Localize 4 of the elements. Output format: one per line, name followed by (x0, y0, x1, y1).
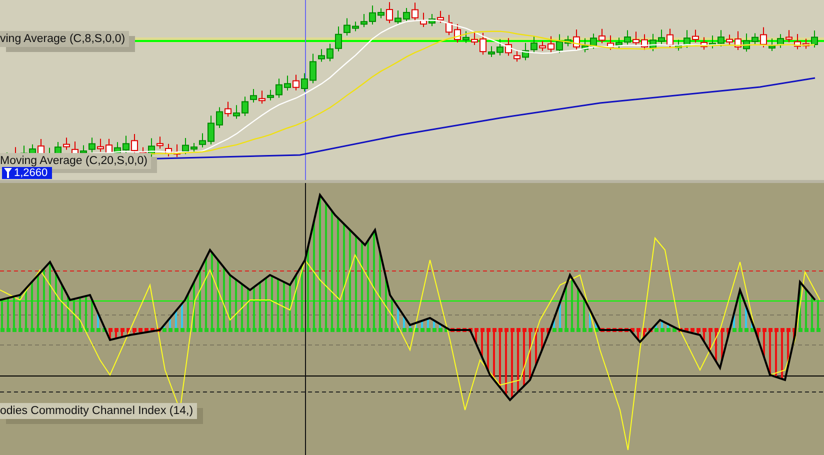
indicator-label: odies Commodity Channel Index (14,) (0, 403, 198, 419)
indicator-label: ving Average (C,8,S,0,0) (0, 31, 130, 47)
indicator-label: Moving Average (C,20,S,0,0) (0, 153, 152, 169)
price-value: 1,2660 (14, 167, 48, 179)
